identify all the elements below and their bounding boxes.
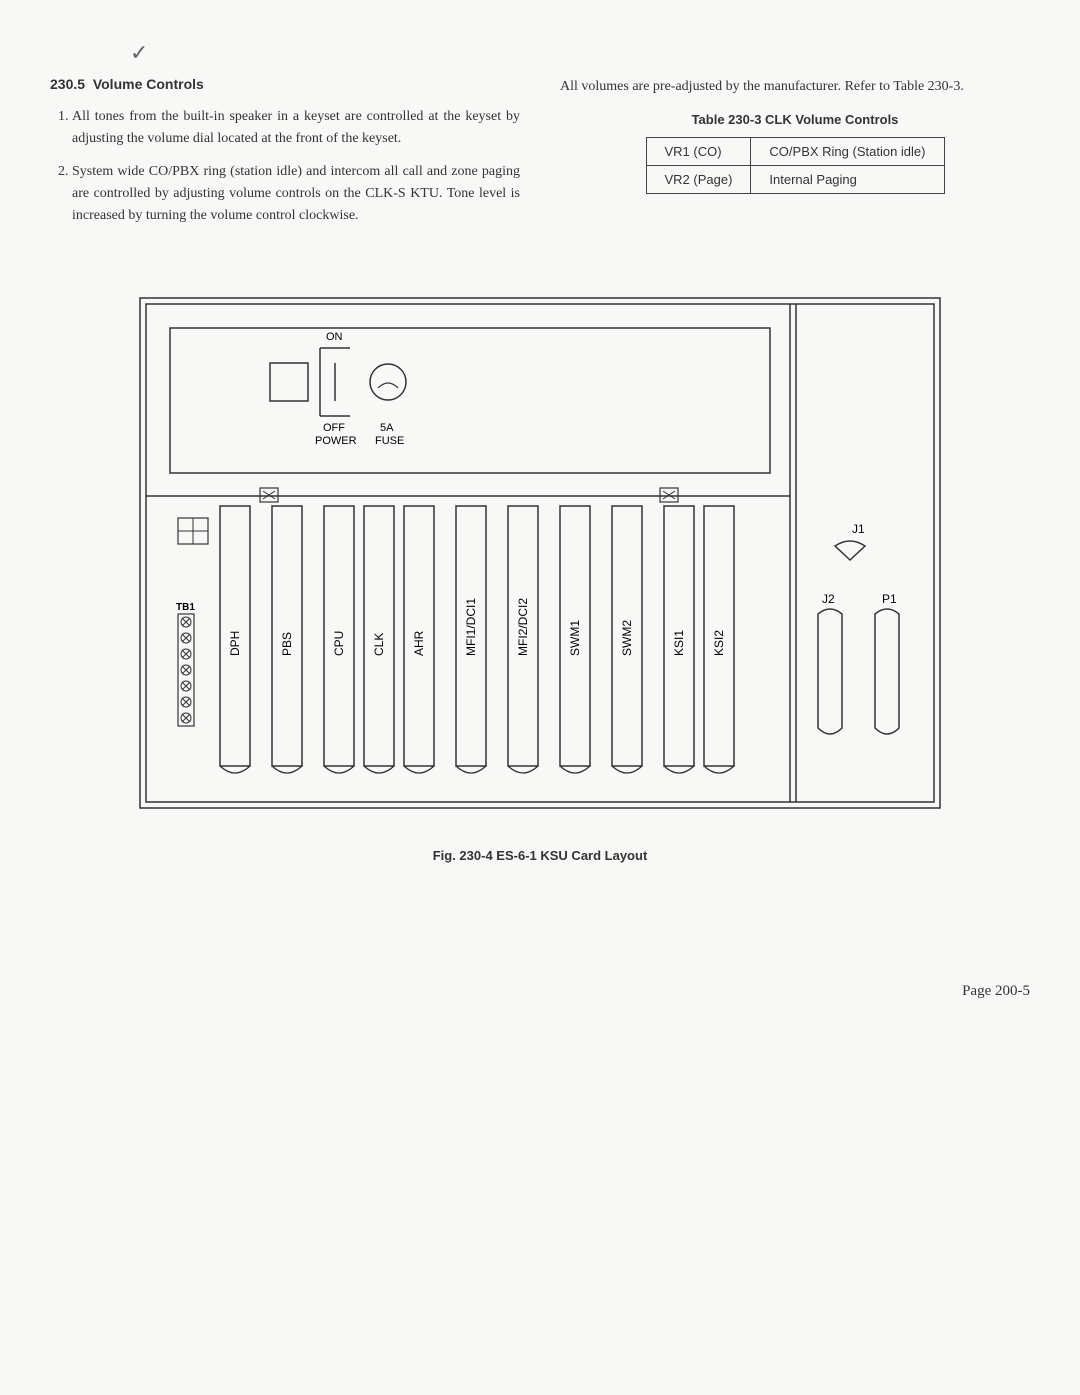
j1-label: J1 xyxy=(852,522,865,536)
numbered-list: All tones from the built-in speaker in a… xyxy=(50,106,520,226)
slot-label: MFI1/DCI1 xyxy=(464,598,478,656)
figure-caption: Fig. 230-4 ES-6-1 KSU Card Layout xyxy=(50,848,1030,863)
table-cell: VR1 (CO) xyxy=(646,137,751,165)
slot-label: DPH xyxy=(228,631,242,656)
table-title: Table 230-3 CLK Volume Controls xyxy=(560,112,1030,127)
left-column: 230.5 Volume Controls All tones from the… xyxy=(50,76,520,238)
slot-label: CPU xyxy=(332,631,346,656)
page-number: Page 200-5 xyxy=(50,983,1030,1000)
list-item: System wide CO/PBX ring (station idle) a… xyxy=(72,161,520,226)
grid-icon xyxy=(178,518,208,544)
slot-label: SWM2 xyxy=(620,620,634,656)
tb1-label: TB1 xyxy=(176,602,195,613)
slot-label: KSI2 xyxy=(712,630,726,656)
slot-label: KSI1 xyxy=(672,630,686,656)
p1-label: P1 xyxy=(882,592,897,606)
section-heading: 230.5 Volume Controls xyxy=(50,76,520,92)
section-title: Volume Controls xyxy=(93,76,204,92)
slot-label: CLK xyxy=(372,633,386,656)
tb1-block xyxy=(178,614,194,726)
ksu-diagram: ON OFF POWER 5A FUSE TB1 xyxy=(50,288,1030,818)
table-row: VR2 (Page) Internal Paging xyxy=(646,165,944,193)
screw-icon xyxy=(660,488,678,502)
list-item: All tones from the built-in speaker in a… xyxy=(72,106,520,149)
fuse-amp-label: 5A xyxy=(380,422,394,434)
table-row: VR1 (CO) CO/PBX Ring (Station idle) xyxy=(646,137,944,165)
j2-label: J2 xyxy=(822,592,835,606)
screw-icon xyxy=(260,488,278,502)
power-label: POWER xyxy=(315,435,357,447)
off-label: OFF xyxy=(323,422,345,434)
slot-label: PBS xyxy=(280,632,294,656)
slot-label: SWM1 xyxy=(568,620,582,656)
right-paragraph: All volumes are pre-adjusted by the manu… xyxy=(560,76,1030,98)
table-cell: Internal Paging xyxy=(751,165,944,193)
fuse-label: FUSE xyxy=(375,435,404,447)
table-cell: CO/PBX Ring (Station idle) xyxy=(751,137,944,165)
handwritten-check: ✓ xyxy=(130,40,1030,66)
slot-label: AHR xyxy=(412,631,426,657)
slot-label: MFI2/DCI2 xyxy=(516,598,530,656)
on-label: ON xyxy=(326,331,343,343)
clk-volume-table: VR1 (CO) CO/PBX Ring (Station idle) VR2 … xyxy=(646,137,945,194)
right-column: All volumes are pre-adjusted by the manu… xyxy=(560,76,1030,238)
table-cell: VR2 (Page) xyxy=(646,165,751,193)
section-number: 230.5 xyxy=(50,76,85,92)
